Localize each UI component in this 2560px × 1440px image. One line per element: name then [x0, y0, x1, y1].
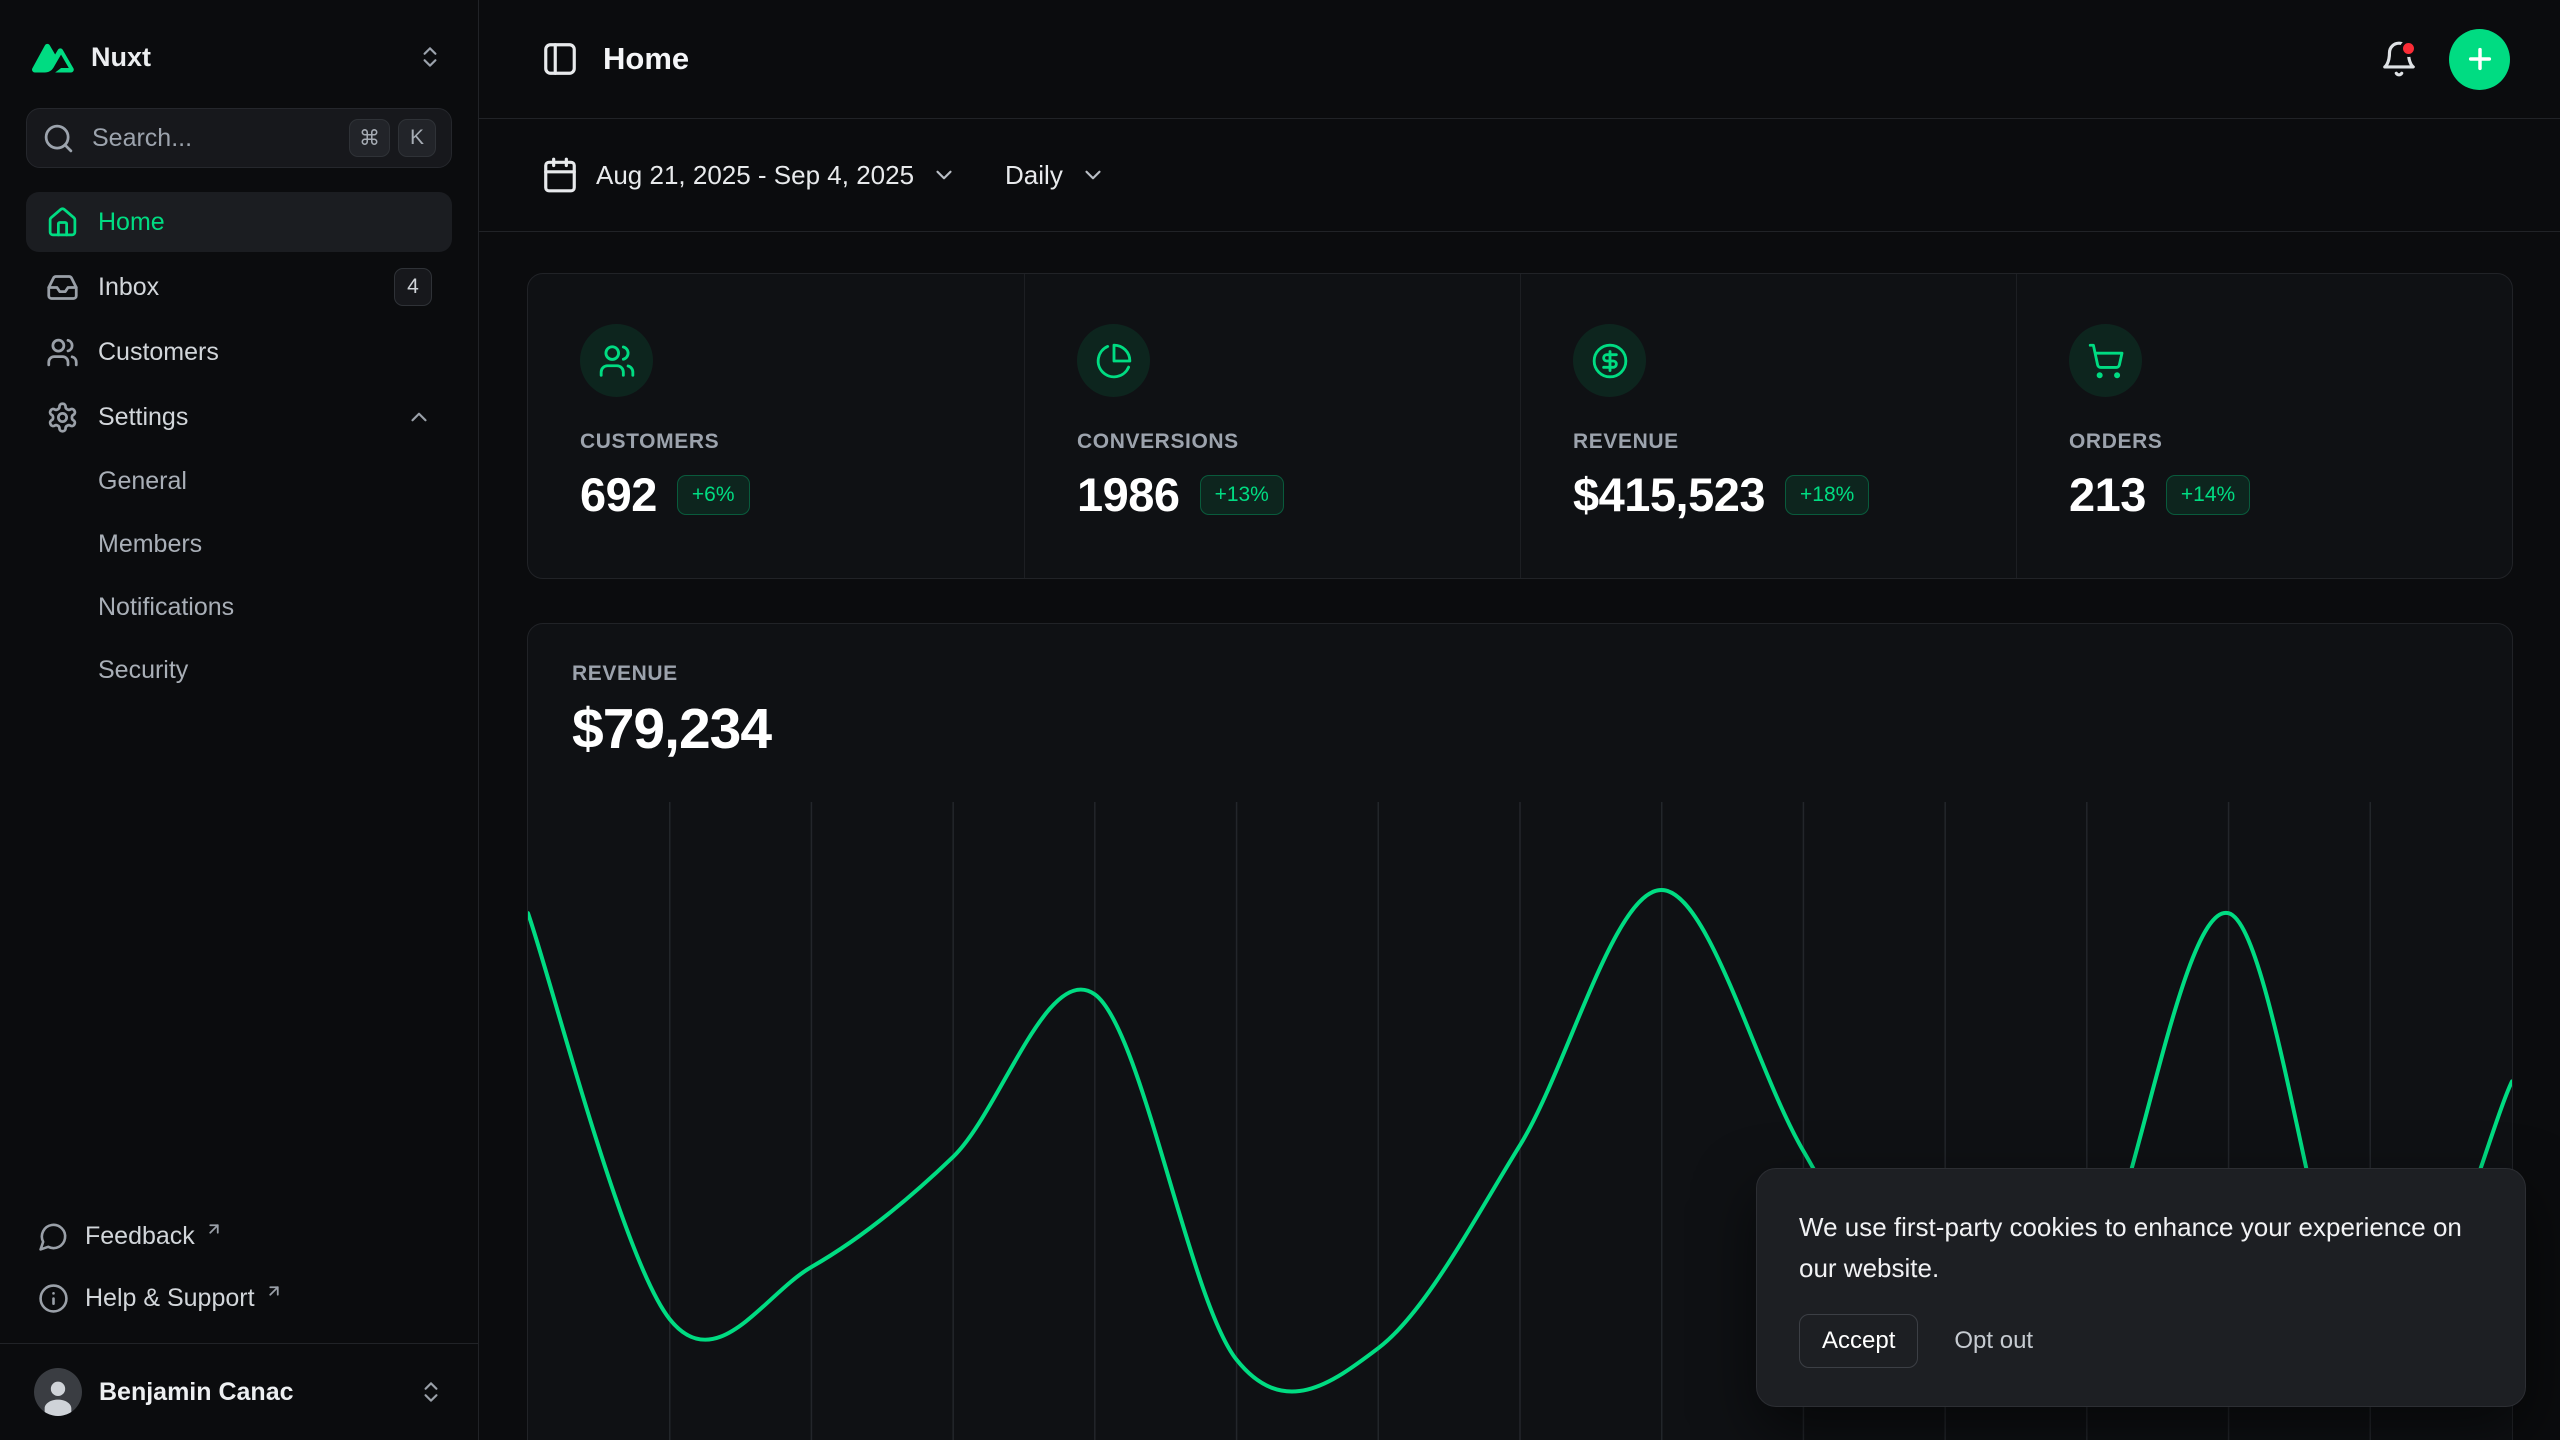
opt-out-button[interactable]: Opt out — [1932, 1315, 2055, 1367]
chevrons-up-down-icon — [417, 44, 443, 70]
accept-cookies-button[interactable]: Accept — [1799, 1314, 1918, 1368]
sidebar-nav: Home Inbox 4 Customers Settings General … — [26, 192, 452, 699]
sidebar-item-inbox[interactable]: Inbox 4 — [26, 257, 452, 317]
external-link-icon — [265, 1282, 283, 1300]
search-icon — [42, 122, 75, 155]
user-menu[interactable]: Benjamin Canac — [26, 1344, 452, 1440]
gear-icon — [46, 401, 79, 434]
users-stat-icon — [580, 324, 653, 397]
dashboard-panel-icon — [541, 40, 579, 78]
cookie-actions: Accept Opt out — [1799, 1314, 2483, 1368]
add-button[interactable] — [2449, 29, 2510, 90]
notifications-button[interactable] — [2377, 37, 2421, 81]
calendar-icon — [541, 156, 579, 194]
stat-customers[interactable]: CUSTOMERS 692 +6% — [528, 274, 1024, 578]
stat-delta-badge: +13% — [1200, 475, 1284, 515]
date-range-label: Aug 21, 2025 - Sep 4, 2025 — [596, 160, 914, 191]
sidebar-spacer — [26, 699, 452, 1207]
message-circle-icon — [38, 1221, 69, 1252]
date-range-picker[interactable]: Aug 21, 2025 - Sep 4, 2025 — [541, 156, 957, 194]
kbd-k: K — [398, 119, 436, 157]
user-name: Benjamin Canac — [99, 1378, 294, 1407]
sidebar-footer-nav: Feedback Help & Support — [26, 1207, 452, 1327]
stat-value: 692 — [580, 467, 657, 522]
stat-label: CUSTOMERS — [580, 430, 972, 454]
chevron-down-icon — [1080, 162, 1106, 188]
stat-label: REVENUE — [1573, 430, 1964, 454]
sidebar-item-home[interactable]: Home — [26, 192, 452, 252]
stat-value: 213 — [2069, 467, 2146, 522]
topbar-left: Home — [541, 40, 689, 78]
stat-value: 1986 — [1077, 467, 1180, 522]
chevrons-up-down-icon — [418, 1379, 444, 1405]
stat-delta-badge: +18% — [1785, 475, 1869, 515]
sidebar-item-settings-general[interactable]: General — [26, 452, 452, 510]
users-icon — [46, 336, 79, 369]
help-support-link[interactable]: Help & Support — [26, 1269, 452, 1327]
revenue-chart-label: REVENUE — [572, 662, 2468, 686]
stat-revenue[interactable]: REVENUE $415,523 +18% — [1520, 274, 2016, 578]
inbox-count-badge: 4 — [394, 268, 432, 306]
sidebar: Nuxt Search... ⌘ K Home Inbox 4 — [0, 0, 479, 1440]
cookie-message: We use first-party cookies to enhance yo… — [1799, 1207, 2483, 1288]
period-select[interactable]: Daily — [1005, 160, 1106, 191]
kbd-cmd: ⌘ — [349, 119, 390, 157]
info-circle-icon — [38, 1283, 69, 1314]
person-icon — [38, 1376, 78, 1416]
sidebar-item-settings[interactable]: Settings — [26, 387, 452, 447]
chevron-up-icon — [406, 404, 432, 430]
stat-delta-badge: +14% — [2166, 475, 2250, 515]
search-placeholder: Search... — [92, 124, 192, 153]
stat-orders[interactable]: ORDERS 213 +14% — [2016, 274, 2512, 578]
sidebar-item-settings-members[interactable]: Members — [26, 515, 452, 573]
revenue-chart-total: $79,234 — [572, 696, 2468, 762]
workspace-name: Nuxt — [91, 42, 151, 73]
shopping-cart-icon — [2069, 324, 2142, 397]
workspace-selector[interactable]: Nuxt — [26, 41, 157, 73]
workspace-switcher-button[interactable] — [408, 35, 452, 79]
cookie-banner: We use first-party cookies to enhance yo… — [1756, 1168, 2526, 1407]
filters-toolbar: Aug 21, 2025 - Sep 4, 2025 Daily — [479, 119, 2560, 232]
home-icon — [46, 206, 79, 239]
revenue-chart-header: REVENUE $79,234 — [528, 624, 2512, 762]
stat-delta-badge: +6% — [677, 475, 750, 515]
stat-value: $415,523 — [1573, 467, 1765, 522]
workspace-row: Nuxt — [26, 24, 452, 90]
topbar-right — [2377, 29, 2510, 90]
chevron-down-icon — [931, 162, 957, 188]
topbar: Home — [479, 0, 2560, 119]
external-link-icon — [205, 1220, 223, 1238]
notification-dot — [2400, 40, 2417, 57]
nuxt-logo-icon — [32, 41, 74, 73]
page-title: Home — [603, 41, 689, 77]
stat-label: ORDERS — [2069, 430, 2460, 454]
sidebar-item-settings-notifications[interactable]: Notifications — [26, 578, 452, 636]
stats-card: CUSTOMERS 692 +6% CONVERSIONS 1986 +13% — [527, 273, 2513, 579]
chart-pie-icon — [1077, 324, 1150, 397]
plus-icon — [2464, 43, 2496, 75]
period-label: Daily — [1005, 160, 1063, 191]
avatar — [34, 1368, 82, 1416]
sidebar-item-customers[interactable]: Customers — [26, 322, 452, 382]
inbox-icon — [46, 271, 79, 304]
search-shortcut: ⌘ K — [349, 119, 436, 157]
sidebar-item-settings-security[interactable]: Security — [26, 641, 452, 699]
stat-label: CONVERSIONS — [1077, 430, 1468, 454]
feedback-link[interactable]: Feedback — [26, 1207, 452, 1265]
search-input[interactable]: Search... ⌘ K — [26, 108, 452, 168]
dollar-circle-icon — [1573, 324, 1646, 397]
stat-conversions[interactable]: CONVERSIONS 1986 +13% — [1024, 274, 1520, 578]
